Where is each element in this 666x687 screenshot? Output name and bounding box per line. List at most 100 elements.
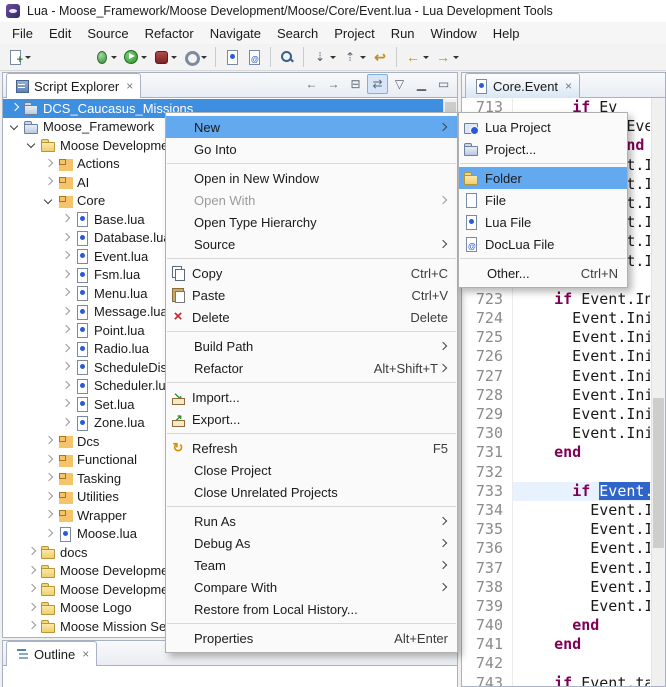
context-menu-item-restore-from-local-history[interactable]: Restore from Local History... <box>166 598 457 620</box>
expand-chevron-icon[interactable] <box>58 341 74 357</box>
context-menu-item-open-with[interactable]: Open With <box>166 189 457 211</box>
collapse-chevron-icon[interactable] <box>41 193 57 209</box>
dropdown-caret-icon[interactable] <box>111 56 117 59</box>
expand-chevron-icon[interactable] <box>24 544 40 560</box>
context-menu-item-delete[interactable]: ×DeleteDelete <box>166 306 457 328</box>
editor-scrollbar[interactable] <box>651 98 665 686</box>
expand-chevron-icon[interactable] <box>41 433 57 449</box>
submenu-item-project[interactable]: Project... <box>459 138 627 160</box>
expand-chevron-icon[interactable] <box>58 359 74 375</box>
context-menu-item-team[interactable]: Team <box>166 554 457 576</box>
dropdown-caret-icon[interactable] <box>453 56 459 59</box>
dropdown-caret-icon[interactable] <box>25 56 31 59</box>
menu-edit[interactable]: Edit <box>41 23 79 44</box>
tab-script-explorer[interactable]: Script Explorer × <box>6 73 141 98</box>
context-menu-item-refresh[interactable]: ↻RefreshF5 <box>166 437 457 459</box>
coverage-button[interactable] <box>150 47 180 67</box>
expand-chevron-icon[interactable] <box>41 489 57 505</box>
external-tools-button[interactable] <box>180 47 210 67</box>
expand-chevron-icon[interactable] <box>58 415 74 431</box>
new-lua-file-button[interactable] <box>221 47 243 67</box>
dropdown-caret-icon[interactable] <box>141 56 147 59</box>
expand-chevron-icon[interactable] <box>58 322 74 338</box>
submenu-item-doclua-file[interactable]: DocLua File <box>459 233 627 255</box>
expand-chevron-icon[interactable] <box>41 156 57 172</box>
expand-chevron-icon[interactable] <box>58 248 74 264</box>
dropdown-caret-icon[interactable] <box>201 56 207 59</box>
expand-chevron-icon[interactable] <box>24 618 40 634</box>
submenu-item-lua-file[interactable]: Lua File <box>459 211 627 233</box>
context-menu-item-new[interactable]: New <box>166 116 457 138</box>
scrollbar-thumb[interactable] <box>653 398 664 548</box>
context-menu-item-close-unrelated-projects[interactable]: Close Unrelated Projects <box>166 481 457 503</box>
expand-chevron-icon[interactable] <box>58 211 74 227</box>
context-menu-item-open-in-new-window[interactable]: Open in New Window <box>166 167 457 189</box>
context-menu-item-run-as[interactable]: Run As <box>166 510 457 532</box>
close-icon[interactable]: × <box>82 648 89 660</box>
context-menu-item-build-path[interactable]: Build Path <box>166 335 457 357</box>
menu-window[interactable]: Window <box>423 23 485 44</box>
menu-run[interactable]: Run <box>383 23 423 44</box>
submenu-item-other[interactable]: Other...Ctrl+N <box>459 262 627 284</box>
submenu-item-folder[interactable]: Folder <box>459 167 627 189</box>
dropdown-caret-icon[interactable] <box>360 56 366 59</box>
expand-chevron-icon[interactable] <box>58 230 74 246</box>
context-menu-item-copy[interactable]: CopyCtrl+C <box>166 262 457 284</box>
next-annotation-button[interactable]: ⇣ <box>309 47 339 67</box>
expand-chevron-icon[interactable] <box>7 100 23 116</box>
previous-annotation-button[interactable]: ⇡ <box>339 47 369 67</box>
close-icon[interactable]: × <box>126 80 133 92</box>
last-edit-location-button[interactable]: ↩ <box>369 47 391 67</box>
new-doclua-file-button[interactable] <box>243 47 265 67</box>
dropdown-caret-icon[interactable] <box>171 56 177 59</box>
collapse-all-button[interactable]: ⊟ <box>345 74 366 94</box>
tab-core-event[interactable]: Core.Event × <box>465 73 580 98</box>
collapse-chevron-icon[interactable] <box>24 137 40 153</box>
expand-chevron-icon[interactable] <box>24 563 40 579</box>
submenu-item-file[interactable]: File <box>459 189 627 211</box>
context-menu-item-open-type-hierarchy[interactable]: Open Type Hierarchy <box>166 211 457 233</box>
expand-chevron-icon[interactable] <box>41 507 57 523</box>
link-with-editor-button[interactable]: ⇄ <box>367 74 388 94</box>
forward-button[interactable]: → <box>432 47 462 67</box>
run-button[interactable] <box>120 47 150 67</box>
context-menu-item-source[interactable]: Source <box>166 233 457 255</box>
menu-navigate[interactable]: Navigate <box>202 23 269 44</box>
context-menu-item-properties[interactable]: PropertiesAlt+Enter <box>166 627 457 649</box>
context-menu-item-debug-as[interactable]: Debug As <box>166 532 457 554</box>
context-menu-item-close-project[interactable]: Close Project <box>166 459 457 481</box>
menu-help[interactable]: Help <box>485 23 528 44</box>
minimize-button[interactable]: ▁ <box>411 74 432 94</box>
expand-chevron-icon[interactable] <box>58 378 74 394</box>
expand-chevron-icon[interactable] <box>41 452 57 468</box>
maximize-button[interactable]: ▭ <box>433 74 454 94</box>
new-wizard-button[interactable] <box>4 47 34 67</box>
collapse-chevron-icon[interactable] <box>7 119 23 135</box>
menu-refactor[interactable]: Refactor <box>137 23 202 44</box>
expand-chevron-icon[interactable] <box>24 600 40 616</box>
expand-chevron-icon[interactable] <box>41 526 57 542</box>
close-icon[interactable]: × <box>565 80 572 92</box>
dropdown-caret-icon[interactable] <box>330 56 336 59</box>
context-menu-item-paste[interactable]: PasteCtrl+V <box>166 284 457 306</box>
context-menu-item-refactor[interactable]: RefactorAlt+Shift+T <box>166 357 457 379</box>
expand-chevron-icon[interactable] <box>58 396 74 412</box>
context-menu-item-export[interactable]: ↗Export... <box>166 408 457 430</box>
dropdown-caret-icon[interactable] <box>423 56 429 59</box>
menu-source[interactable]: Source <box>79 23 136 44</box>
expand-chevron-icon[interactable] <box>24 581 40 597</box>
debug-button[interactable] <box>90 47 120 67</box>
expand-chevron-icon[interactable] <box>58 304 74 320</box>
menu-project[interactable]: Project <box>326 23 382 44</box>
context-menu-item-compare-with[interactable]: Compare With <box>166 576 457 598</box>
expand-chevron-icon[interactable] <box>41 174 57 190</box>
expand-chevron-icon[interactable] <box>41 470 57 486</box>
tab-outline[interactable]: Outline × <box>6 641 97 666</box>
back-button[interactable]: ← <box>301 74 322 94</box>
submenu-item-lua-project[interactable]: Lua Project <box>459 116 627 138</box>
context-menu-item-go-into[interactable]: Go Into <box>166 138 457 160</box>
context-menu-item-import[interactable]: ↘Import... <box>166 386 457 408</box>
expand-chevron-icon[interactable] <box>58 267 74 283</box>
forward-button[interactable]: → <box>323 74 344 94</box>
expand-chevron-icon[interactable] <box>58 285 74 301</box>
